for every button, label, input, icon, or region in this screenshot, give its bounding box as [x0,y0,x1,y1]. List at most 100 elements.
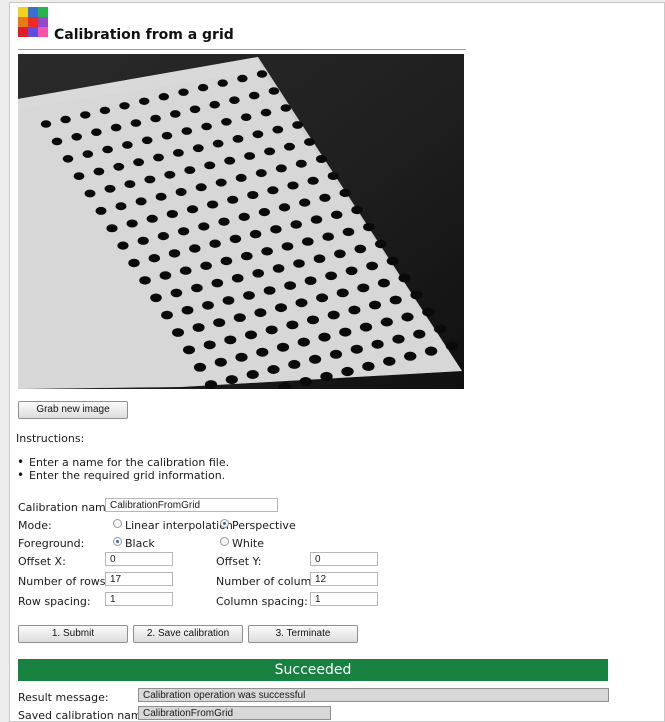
calibration-name-label: Calibration name: [18,501,117,514]
app-logo [18,7,48,43]
foreground-white-radio[interactable] [220,537,229,546]
columns-input[interactable]: 12 [310,572,378,586]
grid-dot [73,172,85,180]
grid-dot [401,312,414,322]
grid-dot [366,261,378,271]
grid-dot [150,114,161,123]
grid-dot [175,188,187,196]
grid-dot [286,320,299,330]
grab-image-button[interactable]: Grab new image [18,401,128,419]
column-spacing-label: Column spacing: [216,595,308,608]
grid-dot [339,188,351,198]
grid-dot [380,317,393,327]
submit-button[interactable]: 1. Submit [18,625,128,643]
grid-dot [304,138,315,146]
save-calibration-button[interactable]: 2. Save calibration [133,625,243,643]
result-message-label: Result message: [18,691,109,704]
grid-dot [209,100,220,109]
grid-dot [386,256,399,266]
mode-perspective-radio[interactable] [220,519,229,528]
mode-label: Mode: [18,519,52,532]
status-bar: Succeeded [18,659,608,681]
grid-dot [170,110,181,118]
grid-dot [233,313,246,322]
grid-dot [93,167,105,176]
grid-dot [369,300,381,310]
grid-dot [267,365,280,374]
grid-dot [137,236,149,245]
grid-dot [130,119,142,127]
grid-dot [231,273,244,283]
grid-dot [95,206,107,215]
grid-dot [287,181,299,190]
grid-dot [227,195,239,204]
grid-dot [209,239,221,248]
grid-dot [249,229,262,239]
grid-dot [362,361,375,371]
grid-dot [363,222,375,232]
mode-linear-radio[interactable] [113,519,122,528]
row-spacing-input[interactable]: 1 [105,592,173,606]
grid-dot [166,210,178,218]
grid-dot [84,189,96,198]
grid-dot [295,159,307,168]
grid-dot [389,295,402,305]
grid-dot [144,175,156,184]
grid-dot [252,269,264,278]
rows-input[interactable]: 17 [105,572,173,586]
foreground-black-radio[interactable] [113,537,122,546]
grid-dot [189,105,201,114]
grid-dot [178,88,189,96]
grid-dot [202,301,214,310]
mode-perspective-label[interactable]: Perspective [232,519,296,532]
grid-dot [275,164,287,173]
foreground-black-label[interactable]: Black [125,537,155,550]
grid-dot [398,273,411,283]
grid-dot [327,310,340,320]
grid-dot [157,232,169,241]
grid-dot [292,121,303,129]
grid-dot [192,323,205,332]
grid-dot [342,227,355,237]
grid-dot [267,186,279,195]
grid-dot [159,271,172,280]
grid-dot [246,370,259,379]
grid-dot [62,155,74,163]
terminate-button[interactable]: 3. Terminate [248,625,358,643]
grid-dot [193,362,207,372]
grid-dot [191,283,203,293]
instruction-item: Enter the required grid information. [17,468,225,482]
grid-dot [404,351,417,361]
grid-dot [229,96,240,104]
grid-dot [119,102,130,110]
foreground-label: Foreground: [18,537,85,550]
grid-dot [104,184,116,193]
grid-dot [158,93,169,101]
grid-dot [80,111,91,119]
grid-dot [309,354,322,364]
grid-dot [322,232,335,241]
grid-dot [204,161,216,170]
grid-dot [315,155,327,163]
grid-dot [280,104,292,112]
grid-dot [200,261,212,270]
calibration-panel: Calibration from a grid Grab new image I… [9,2,665,722]
grid-dot [238,212,250,221]
grid-dot [237,74,248,83]
grid-dot [334,249,346,259]
header: Calibration from a grid [18,7,466,50]
column-spacing-input[interactable]: 1 [310,592,378,606]
grid-dot [276,342,290,352]
grid-dot [327,172,339,180]
calibration-name-input[interactable]: CalibrationFromGrid [105,498,278,512]
foreground-white-label[interactable]: White [232,537,264,550]
mode-linear-label[interactable]: Linear interpolation [125,519,233,532]
grid-dot [197,83,209,92]
grid-dot [331,210,343,219]
grid-dot [117,241,129,250]
grid-dot [320,371,333,382]
saved-name-label: Saved calibration name: [18,709,153,722]
grid-dot [375,239,387,249]
offset-y-input[interactable]: 0 [310,552,378,566]
offset-x-input[interactable]: 0 [105,552,173,566]
